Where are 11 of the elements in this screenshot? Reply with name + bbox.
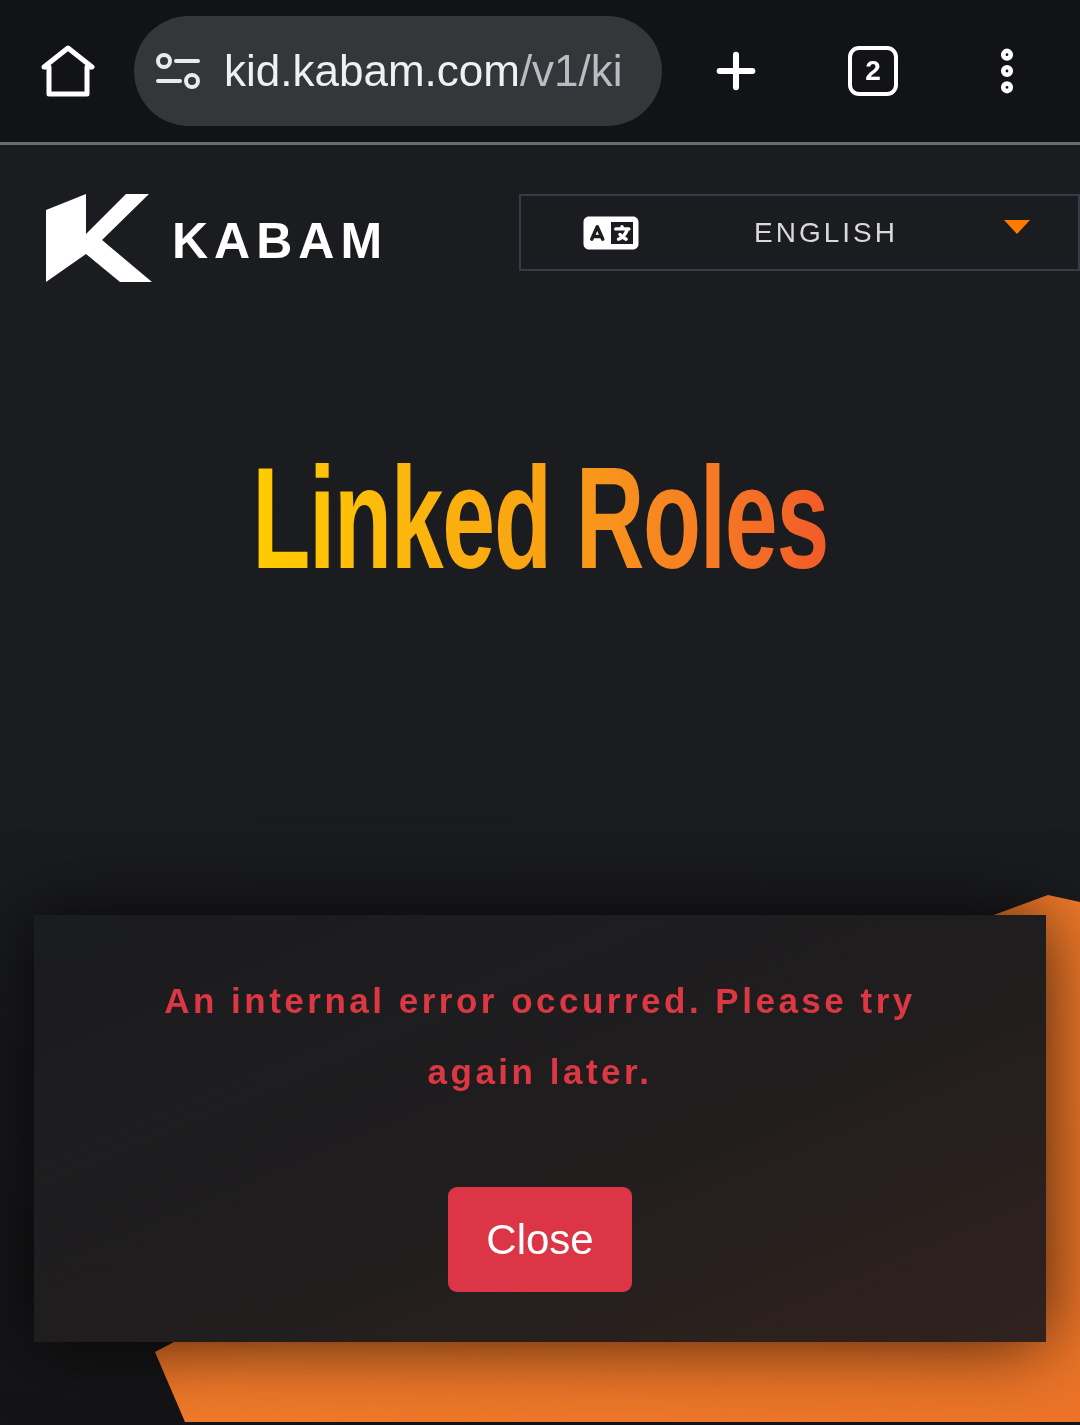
tab-count[interactable]: 2 xyxy=(848,46,898,96)
address-bar[interactable]: kid.kabam.com/v1/ki xyxy=(134,16,662,126)
logo-icon xyxy=(46,194,152,282)
logo-text: KABAM xyxy=(172,216,389,266)
language-select[interactable]: ENGLISH xyxy=(519,194,1080,271)
url-text: kid.kabam.com/v1/ki xyxy=(224,49,623,93)
page-info-icon[interactable] xyxy=(156,53,200,89)
caret-icon xyxy=(1003,219,1030,234)
home-icon[interactable] xyxy=(41,45,95,97)
error-message: An internal error occurred. Please try again later. xyxy=(163,980,917,1093)
close-button[interactable]: Close xyxy=(448,1187,632,1292)
